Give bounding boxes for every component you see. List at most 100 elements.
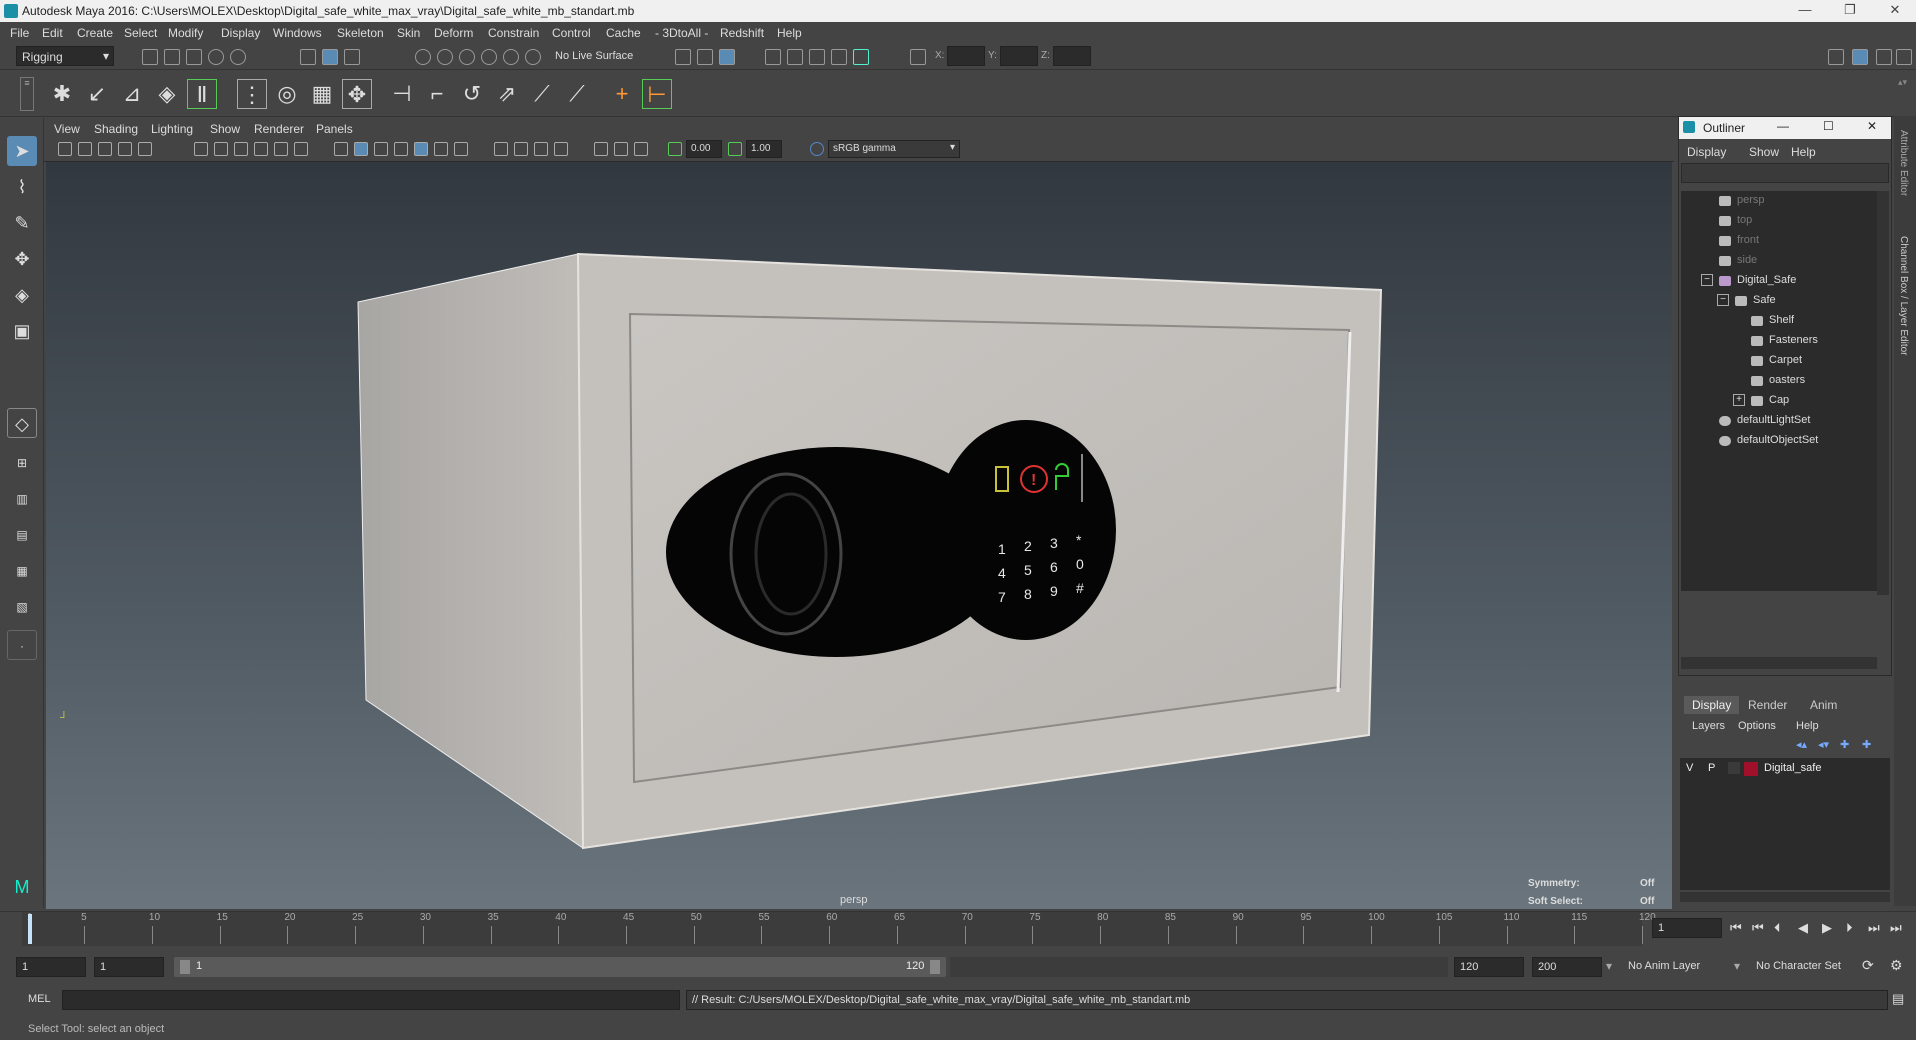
colorspace-dropdown[interactable]: sRGB gamma ▾ bbox=[828, 140, 960, 158]
outliner-item[interactable]: − Safe bbox=[1681, 291, 1881, 311]
animation-end-input[interactable]: 200 bbox=[1532, 957, 1602, 977]
smooth-bind-icon[interactable]: ◎ bbox=[272, 79, 302, 109]
collapse-icon[interactable]: − bbox=[1717, 294, 1729, 306]
outliner-item[interactable]: top bbox=[1681, 211, 1881, 231]
snap-curve-icon[interactable] bbox=[437, 49, 453, 65]
outliner-item[interactable]: defaultLightSet bbox=[1681, 411, 1881, 431]
outliner-item[interactable]: Carpet bbox=[1681, 351, 1881, 371]
layout-outliner-icon[interactable]: ▥ bbox=[7, 484, 37, 514]
step-forward-key-icon[interactable]: ⏭ bbox=[1868, 920, 1880, 936]
outliner-item[interactable]: oasters bbox=[1681, 371, 1881, 391]
toggle-attribute-editor-icon[interactable] bbox=[1852, 49, 1868, 65]
outliner-item[interactable]: front bbox=[1681, 231, 1881, 251]
time-slider[interactable]: 1510152025303540455055606570758085909510… bbox=[0, 911, 1916, 947]
snap-point-icon[interactable] bbox=[459, 49, 475, 65]
toggle-tool-settings-icon[interactable] bbox=[1876, 49, 1892, 65]
render-view-icon[interactable] bbox=[853, 49, 869, 65]
outliner-item[interactable]: + Cap bbox=[1681, 391, 1881, 411]
select-component-icon[interactable] bbox=[344, 49, 360, 65]
menu-create[interactable]: Create bbox=[77, 26, 113, 40]
hypershade-icon[interactable] bbox=[831, 49, 847, 65]
point-constraint-icon[interactable]: ⊣ bbox=[387, 79, 417, 109]
close-button[interactable]: ✕ bbox=[1867, 119, 1877, 133]
locator-icon[interactable]: + bbox=[607, 79, 637, 109]
color-management-icon[interactable] bbox=[810, 142, 824, 156]
layout-hypershade-icon[interactable]: ▦ bbox=[7, 556, 37, 586]
textured-icon[interactable] bbox=[394, 142, 408, 156]
outliner-item[interactable]: defaultObjectSet bbox=[1681, 431, 1881, 451]
shelf-scroll-icon[interactable]: ▴▾ bbox=[1898, 77, 1912, 111]
menu-skin[interactable]: Skin bbox=[397, 26, 420, 40]
aim-constraint-icon[interactable]: ⌐ bbox=[422, 79, 452, 109]
film-gate-icon[interactable] bbox=[214, 142, 228, 156]
select-tool-icon[interactable]: ➤ bbox=[7, 136, 37, 166]
gamma-input[interactable]: 1.00 bbox=[746, 140, 782, 158]
layer-menu-layers[interactable]: Layers bbox=[1692, 720, 1725, 732]
attribute-editor-tab[interactable]: Attribute Editor bbox=[1898, 130, 1909, 196]
lattice-icon[interactable]: ▦ bbox=[307, 79, 337, 109]
expand-icon[interactable]: + bbox=[1733, 394, 1745, 406]
save-scene-icon[interactable] bbox=[186, 49, 202, 65]
layout-four-icon[interactable]: ⊞ bbox=[7, 448, 37, 478]
exposure-input[interactable]: 0.00 bbox=[686, 140, 722, 158]
exposure-icon[interactable] bbox=[668, 142, 682, 156]
animation-start-input[interactable]: 1 bbox=[16, 957, 86, 977]
select-object-icon[interactable] bbox=[322, 49, 338, 65]
step-back-key-icon[interactable]: ⏮ bbox=[1752, 920, 1764, 936]
layout-graph-icon[interactable]: ▤ bbox=[7, 520, 37, 550]
mirror-joint-icon[interactable]: ◈ bbox=[152, 79, 182, 109]
layer-display-type[interactable] bbox=[1728, 762, 1740, 774]
menu-skeleton[interactable]: Skeleton bbox=[337, 26, 384, 40]
go-to-end-icon[interactable]: ⏭ bbox=[1890, 920, 1902, 936]
range-bar[interactable]: 1 120 bbox=[174, 957, 946, 977]
outliner-item[interactable]: − Digital_Safe bbox=[1681, 271, 1881, 291]
perspective-viewport[interactable]: ! 1 2 3 * 4 5 6 0 7 8 9 # ┘ persp Symmetry: Off Sof… bbox=[46, 162, 1672, 909]
range-end-handle[interactable] bbox=[930, 960, 940, 974]
auto-key-icon[interactable]: ⟳ bbox=[1862, 957, 1874, 974]
render-settings-icon[interactable] bbox=[809, 49, 825, 65]
command-input[interactable] bbox=[62, 990, 680, 1010]
layer-menu-help[interactable]: Help bbox=[1796, 720, 1819, 732]
play-forward-icon[interactable]: ▶ bbox=[1822, 920, 1832, 936]
panel-menu-renderer[interactable]: Renderer bbox=[254, 122, 304, 136]
toggle-modeling-toolkit-icon[interactable] bbox=[1828, 49, 1844, 65]
outliner-menu-show[interactable]: Show bbox=[1749, 145, 1779, 159]
y-input[interactable] bbox=[1000, 46, 1038, 66]
move-layer-down-icon[interactable]: ◂▾ bbox=[1818, 738, 1829, 751]
ik-handle-icon[interactable]: ↙ bbox=[82, 79, 112, 109]
snap-surface-icon[interactable] bbox=[503, 49, 519, 65]
play-backward-icon[interactable]: ◀ bbox=[1798, 920, 1808, 936]
construction-history-icon[interactable] bbox=[719, 49, 735, 65]
panel-menu-lighting[interactable]: Lighting bbox=[151, 122, 193, 136]
transform-mode-icon[interactable] bbox=[910, 49, 926, 65]
menu-redshift[interactable]: Redshift bbox=[720, 26, 764, 40]
step-forward-frame-icon[interactable]: ⏵ bbox=[1846, 920, 1853, 936]
scale-constraint-icon[interactable]: ⇗ bbox=[492, 79, 522, 109]
bind-skin-icon[interactable]: ⋮ bbox=[237, 79, 267, 109]
cluster-icon[interactable]: ✥ bbox=[342, 79, 372, 109]
menu-display[interactable]: Display bbox=[221, 26, 260, 40]
camera-attributes-icon[interactable] bbox=[58, 142, 72, 156]
layer-visibility-toggle[interactable]: V bbox=[1686, 762, 1693, 774]
snap-grid-icon[interactable] bbox=[415, 49, 431, 65]
x-input[interactable] bbox=[947, 46, 985, 66]
panel-menu-show[interactable]: Show bbox=[210, 122, 240, 136]
gate-mask-icon[interactable] bbox=[254, 142, 268, 156]
maya-home-icon[interactable]: M bbox=[7, 872, 37, 902]
anim-layer-dropdown[interactable]: No Anim Layer bbox=[1628, 960, 1700, 972]
new-scene-icon[interactable] bbox=[142, 49, 158, 65]
parent-constraint-icon[interactable]: ⟋ bbox=[527, 79, 557, 109]
redo-icon[interactable] bbox=[230, 49, 246, 65]
snap-together-icon[interactable] bbox=[525, 49, 541, 65]
bookmark-icon[interactable] bbox=[78, 142, 92, 156]
layer-color-swatch[interactable] bbox=[1744, 762, 1758, 776]
tab-display[interactable]: Display bbox=[1684, 696, 1740, 714]
undo-icon[interactable] bbox=[208, 49, 224, 65]
go-to-start-icon[interactable]: ⏮ bbox=[1730, 920, 1742, 936]
menu-deform[interactable]: Deform bbox=[434, 26, 473, 40]
gamma-icon[interactable] bbox=[728, 142, 742, 156]
minimize-button[interactable]: — bbox=[1777, 119, 1789, 133]
grid-icon[interactable] bbox=[194, 142, 208, 156]
input-ops-icon[interactable] bbox=[675, 49, 691, 65]
menu-file[interactable]: File bbox=[10, 26, 29, 40]
